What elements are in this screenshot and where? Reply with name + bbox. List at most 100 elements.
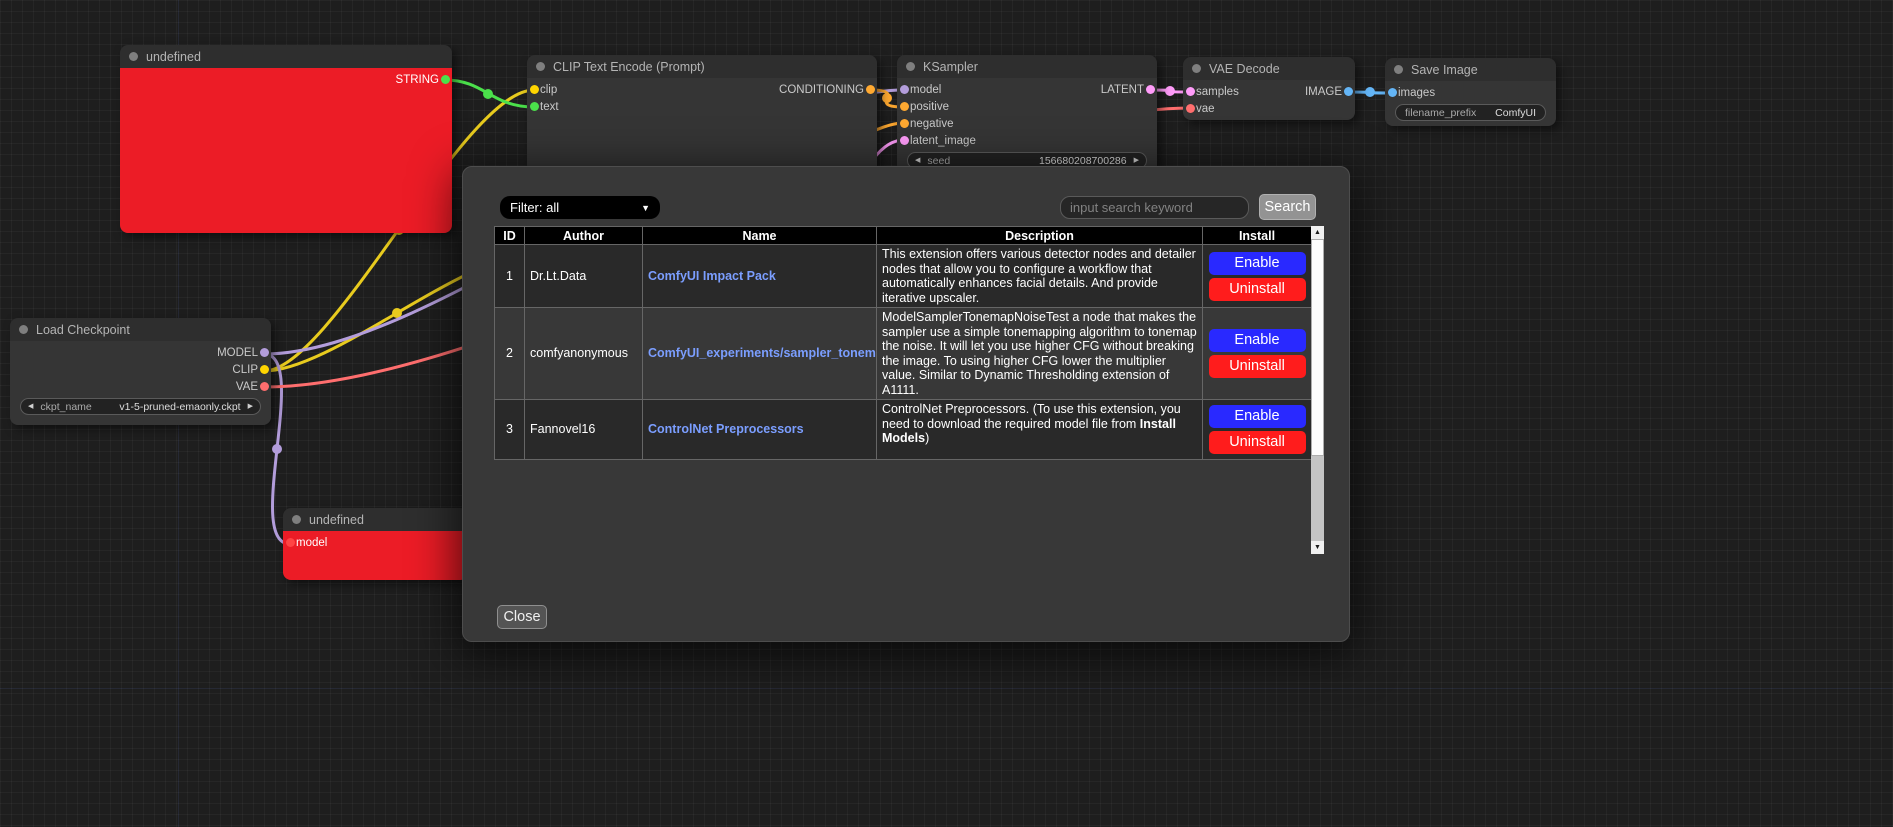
widget-label: ckpt_name [40,401,91,413]
collapse-dot-icon[interactable] [1192,64,1201,73]
node-load-checkpoint[interactable]: Load Checkpoint MODEL CLIP VAE ◀ ckpt_na… [10,318,271,425]
node-body[interactable]: model [283,531,468,580]
collapse-dot-icon[interactable] [536,62,545,71]
node-title-bar[interactable]: undefined [283,508,468,531]
node-save-image[interactable]: Save Image images filename_prefix ComfyU… [1385,58,1556,126]
node-title-bar[interactable]: Load Checkpoint [10,318,271,341]
output-dot-string[interactable] [441,75,450,84]
widget-value: 156680208700286 [1039,155,1127,167]
scrollbar-thumb[interactable] [1311,239,1324,456]
extension-manager-dialog: Filter: all ▼ Search ID Author Name Desc… [462,166,1350,642]
input-dot-model[interactable] [900,85,909,94]
node-body[interactable]: images filename_prefix ComfyUI [1385,81,1556,126]
input-label: text [540,101,559,113]
widget-increment-icon[interactable]: ▶ [1134,157,1139,164]
link-midpoint-dot [1365,87,1375,97]
node-body[interactable]: STRING [120,68,452,233]
node-title-bar[interactable]: Save Image [1385,58,1556,81]
cell-id: 2 [495,308,525,400]
filter-select-value: Filter: all [510,200,559,215]
input-slot-images: images [1385,84,1556,101]
node-body[interactable]: MODEL CLIP VAE ◀ ckpt_name v1-5-pruned-e… [10,341,271,425]
description-text: ControlNet Preprocessors. (To use this e… [882,402,1181,431]
input-slot-clip: clip CONDITIONING [527,81,877,98]
enable-button[interactable]: Enable [1209,329,1306,352]
input-dot-latent-image[interactable] [900,136,909,145]
node-body[interactable]: samples IMAGE vae [1183,80,1355,120]
output-dot-model[interactable] [260,348,269,357]
table-row: 2 comfyanonymous ComfyUI_experiments/sam… [495,308,1312,400]
node-vae-decode[interactable]: VAE Decode samples IMAGE vae [1183,57,1355,120]
node-undefined-bottom[interactable]: undefined model [283,508,468,580]
enable-button[interactable]: Enable [1209,405,1306,428]
cell-name: ComfyUI Impact Pack [643,245,877,308]
node-title-bar[interactable]: VAE Decode [1183,57,1355,80]
uninstall-button[interactable]: Uninstall [1209,355,1306,378]
input-dot-positive[interactable] [900,102,909,111]
input-dot-model[interactable] [286,538,295,547]
scrollbar-down-icon[interactable]: ▼ [1311,541,1324,554]
node-ksampler[interactable]: KSampler model LATENT positive negative … [897,55,1157,176]
collapse-dot-icon[interactable] [19,325,28,334]
input-dot-images[interactable] [1388,88,1397,97]
extension-table-container: ID Author Name Description Install 1 Dr.… [494,226,1324,554]
widget-increment-icon[interactable]: ▶ [248,403,253,410]
input-slot-samples: samples IMAGE [1183,83,1355,100]
node-title: Save Image [1411,63,1478,77]
node-undefined-top[interactable]: undefined STRING [120,45,452,233]
ckpt-name-widget[interactable]: ◀ ckpt_name v1-5-pruned-emaonly.ckpt ▶ [20,398,261,415]
table-header-row: ID Author Name Description Install [495,227,1312,245]
link-midpoint-dot [1165,86,1175,96]
widget-decrement-icon[interactable]: ◀ [915,157,920,164]
collapse-dot-icon[interactable] [129,52,138,61]
node-title-bar[interactable]: KSampler [897,55,1157,78]
cell-author: Dr.Lt.Data [525,245,643,308]
extension-link[interactable]: ComfyUI Impact Pack [648,269,776,283]
close-button[interactable]: Close [497,605,547,629]
input-slot-negative: negative [897,115,1157,132]
collapse-dot-icon[interactable] [1394,65,1403,74]
scrollbar-up-icon[interactable]: ▲ [1311,226,1324,239]
output-label: CLIP [232,364,258,376]
table-scrollbar[interactable]: ▲ ▼ [1311,226,1324,554]
input-dot-samples[interactable] [1186,87,1195,96]
output-dot-conditioning[interactable] [866,85,875,94]
table-row: 3 Fannovel16 ControlNet Preprocessors Co… [495,400,1312,460]
uninstall-button[interactable]: Uninstall [1209,431,1306,454]
output-dot-latent[interactable] [1146,85,1155,94]
input-dot-text[interactable] [530,102,539,111]
extension-link[interactable]: ComfyUI_experiments/sampler_tonemap [648,346,877,360]
output-dot-clip[interactable] [260,365,269,374]
extension-link[interactable]: ControlNet Preprocessors [648,422,804,436]
input-label: latent_image [910,135,976,147]
description-text: ) [925,431,929,445]
enable-button[interactable]: Enable [1209,252,1306,275]
uninstall-button[interactable]: Uninstall [1209,278,1306,301]
cell-install: Enable Uninstall [1203,245,1312,308]
widget-decrement-icon[interactable]: ◀ [28,403,33,410]
filter-select[interactable]: Filter: all ▼ [500,196,660,219]
cell-name: ComfyUI_experiments/sampler_tonemap [643,308,877,400]
output-dot-image[interactable] [1344,87,1353,96]
node-title-bar[interactable]: CLIP Text Encode (Prompt) [527,55,877,78]
output-label: IMAGE [1305,86,1342,98]
collapse-dot-icon[interactable] [906,62,915,71]
input-label: positive [910,101,949,113]
search-button[interactable]: Search [1259,194,1316,220]
output-dot-vae[interactable] [260,382,269,391]
node-title-bar[interactable]: undefined [120,45,452,68]
node-body[interactable]: model LATENT positive negative latent_im… [897,78,1157,176]
input-slot-model: model [283,534,468,551]
header-description: Description [877,227,1203,245]
search-input[interactable] [1060,196,1249,219]
collapse-dot-icon[interactable] [292,515,301,524]
filename-prefix-widget[interactable]: filename_prefix ComfyUI [1395,104,1546,121]
input-label: model [296,537,327,549]
cell-description: ControlNet Preprocessors. (To use this e… [877,400,1203,460]
widget-label: filename_prefix [1405,107,1476,119]
cell-id: 3 [495,400,525,460]
input-dot-negative[interactable] [900,119,909,128]
input-dot-clip[interactable] [530,85,539,94]
comfyui-canvas[interactable]: undefined STRING CLIP Text Encode (Promp… [0,0,1893,827]
input-dot-vae[interactable] [1186,104,1195,113]
